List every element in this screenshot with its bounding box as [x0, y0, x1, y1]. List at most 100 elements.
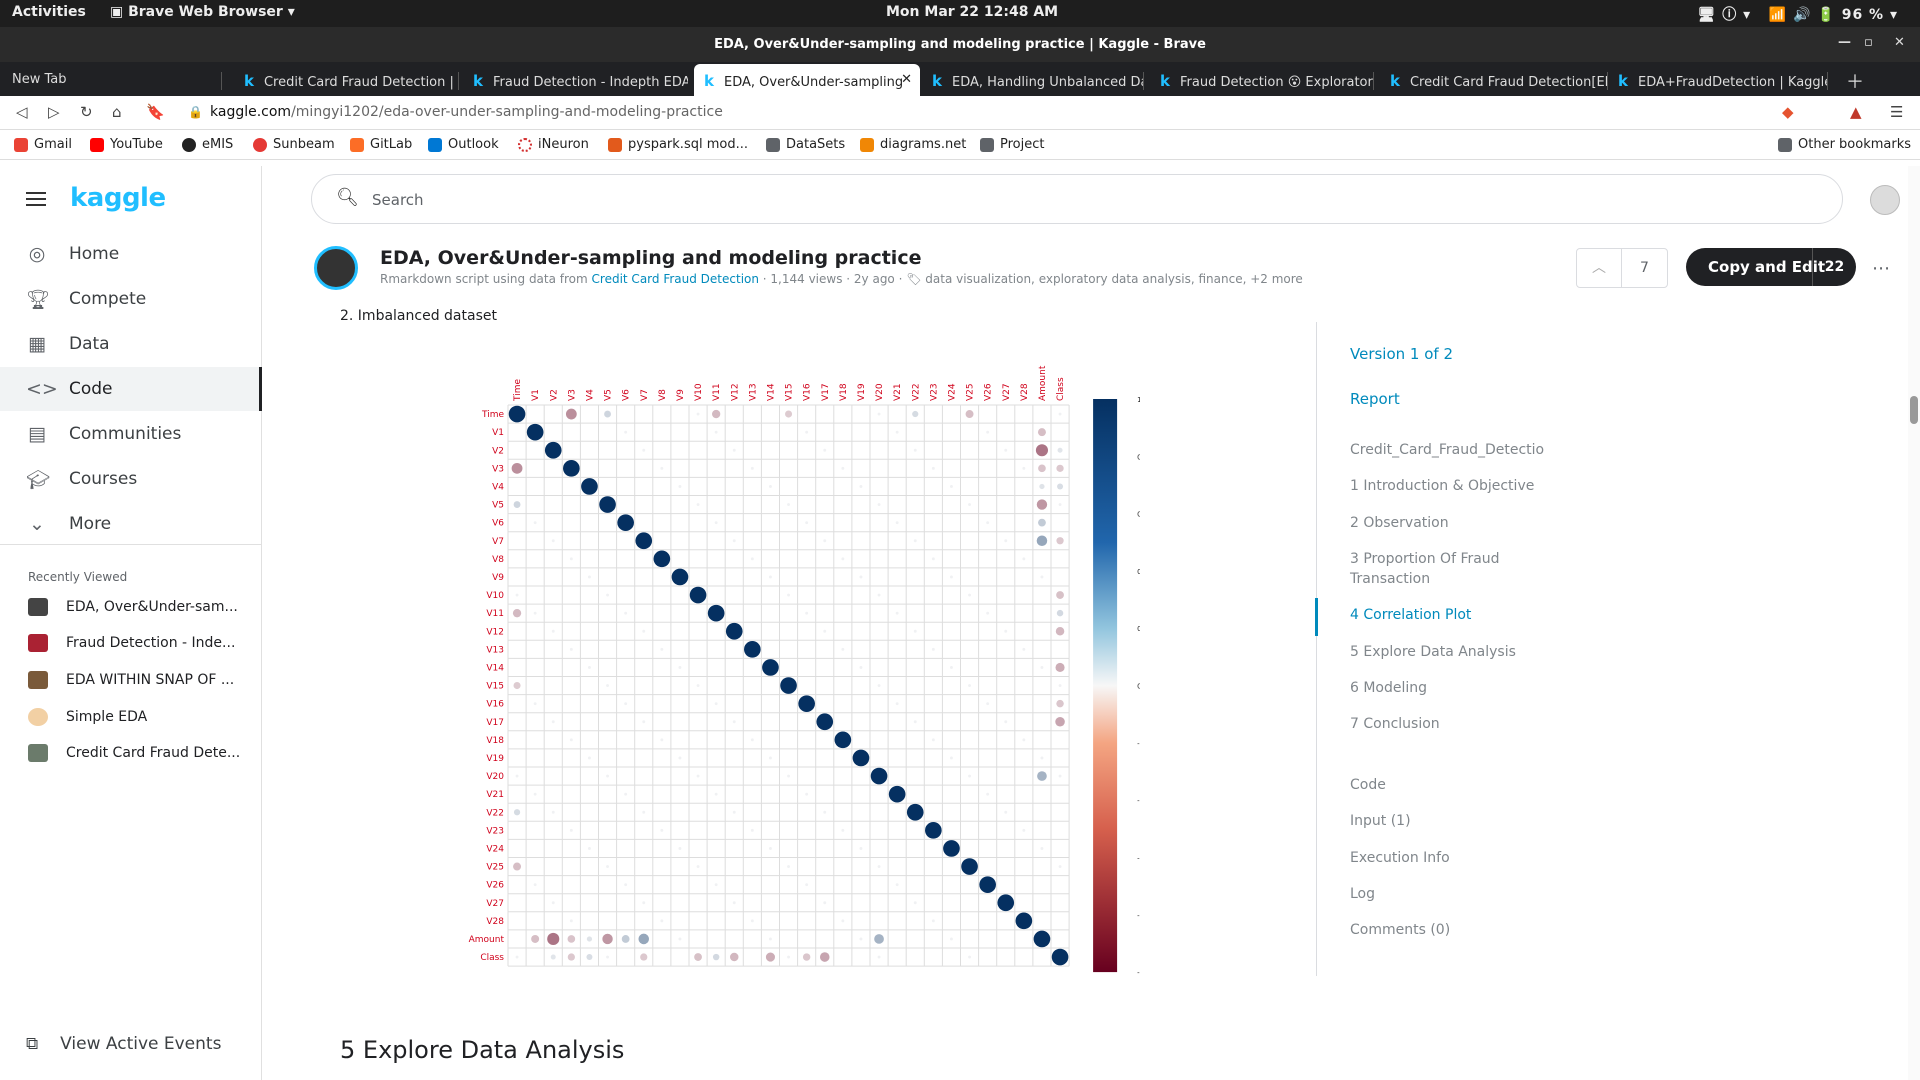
avatar[interactable]: [1870, 185, 1900, 215]
bookmark-youtube[interactable]: YouTube: [90, 137, 163, 152]
correlation-mark: [1058, 865, 1062, 868]
view-active-events[interactable]: ⧉ View Active Events: [26, 1034, 221, 1054]
correlation-mark: [931, 466, 935, 470]
recent-item[interactable]: Credit Card Fraud Dete...: [28, 744, 258, 762]
address-bar[interactable]: kaggle.com/mingyi1202/eda-over-under-sam…: [210, 104, 723, 120]
minimize-icon[interactable]: —: [1838, 35, 1851, 50]
correlation-mark: [642, 448, 646, 452]
log-link[interactable]: Log: [1350, 886, 1375, 902]
row-label: V18: [486, 736, 504, 746]
kaggle-logo[interactable]: kaggle: [70, 183, 166, 213]
hamburger-menu-icon[interactable]: [26, 192, 46, 206]
tab-eda-fraud[interactable]: k EDA+FraudDetection | Kaggle: [1618, 64, 1828, 96]
dataset-link[interactable]: Credit Card Fraud Detection: [592, 272, 759, 286]
tab-exploratory[interactable]: k Fraud Detection 😮 Exploratory: [1160, 64, 1374, 96]
bookmark-gmail[interactable]: Gmail: [14, 137, 72, 152]
kaggle-favicon-icon: k: [704, 72, 714, 90]
bookmark-diagrams[interactable]: diagrams.net: [860, 137, 966, 152]
code-link[interactable]: Code: [1350, 777, 1386, 793]
tab-active-eda[interactable]: k EDA, Over&Under-sampling ✕: [694, 64, 920, 96]
tab-close-icon[interactable]: ✕: [901, 72, 912, 87]
maximize-icon[interactable]: ▫: [1864, 35, 1873, 50]
bookmark-pyspark[interactable]: pyspark.sql mod...: [608, 137, 748, 152]
bookmark-project[interactable]: Project: [980, 137, 1044, 152]
app-menu[interactable]: ▣ Brave Web Browser ▾: [110, 4, 295, 20]
menu-icon[interactable]: ☰: [1890, 103, 1903, 121]
version-link[interactable]: Version 1 of 2: [1350, 345, 1453, 363]
execution-info-link[interactable]: Execution Info: [1350, 850, 1450, 866]
tab-credit-card-eda[interactable]: k Credit Card Fraud Detection[EDA: [1390, 64, 1608, 96]
toc-item[interactable]: Credit_Card_Fraud_Detectio: [1350, 442, 1544, 458]
toc-item[interactable]: 3 Proportion Of Fraud: [1350, 551, 1500, 567]
correlation-mark: [617, 514, 634, 531]
column-label: V21: [893, 383, 903, 401]
bookmark-datasets[interactable]: DataSets: [766, 137, 845, 152]
copy-and-edit-button[interactable]: Copy and Edit 22: [1686, 248, 1856, 286]
toc-item[interactable]: 5 Explore Data Analysis: [1350, 644, 1516, 660]
tab-handling-unbalanced[interactable]: k EDA, Handling Unbalanced Data: [932, 64, 1144, 96]
column-label: V20: [875, 383, 885, 401]
toc-item[interactable]: 1 Introduction & Objective: [1350, 478, 1534, 494]
recent-item[interactable]: EDA WITHIN SNAP OF ...: [28, 671, 258, 689]
row-label: V22: [486, 808, 504, 818]
sidebar-item-courses[interactable]: 🎓︎ Courses: [0, 457, 262, 501]
brave-shield-icon[interactable]: ◆: [1782, 103, 1794, 121]
bookmark-icon[interactable]: 🔖: [146, 103, 165, 121]
comments-link[interactable]: Comments (0): [1350, 922, 1450, 938]
more-options-icon[interactable]: ⋯: [1872, 258, 1890, 279]
toc-item[interactable]: 6 Modeling: [1350, 680, 1427, 696]
sidebar-item-communities[interactable]: ▤ Communities: [0, 412, 262, 456]
reload-icon[interactable]: ↻: [80, 103, 93, 121]
author-avatar[interactable]: [314, 246, 358, 290]
new-tab-button[interactable]: ＋: [1846, 64, 1876, 96]
correlation-mark: [968, 955, 971, 959]
toc-item[interactable]: 7 Conclusion: [1350, 716, 1440, 732]
recent-item-label: EDA, Over&Under-sam...: [66, 599, 238, 615]
close-icon[interactable]: ✕: [1894, 35, 1905, 50]
input-link[interactable]: Input (1): [1350, 813, 1411, 829]
scrollbar[interactable]: [1908, 166, 1920, 1080]
tab-credit-card[interactable]: k Credit Card Fraud Detection | Ka: [244, 64, 459, 96]
sidebar-item-home[interactable]: ◎ Home: [0, 232, 262, 276]
home-icon[interactable]: ⌂: [112, 103, 122, 121]
correlation-mark: [931, 647, 935, 651]
correlation-mark: [533, 792, 537, 796]
bookmark-ineuron[interactable]: iNeuron: [518, 137, 589, 152]
bookmark-outlook[interactable]: Outlook: [428, 137, 499, 152]
upvote-button[interactable]: ︿: [1577, 249, 1623, 287]
column-label: V26: [984, 383, 994, 401]
recent-item[interactable]: Simple EDA: [28, 708, 258, 726]
toc-item[interactable]: Transaction: [1350, 571, 1430, 587]
forward-icon[interactable]: ▷: [48, 103, 60, 121]
bookmark-sunbeam[interactable]: Sunbeam: [253, 137, 335, 152]
sidebar-item-code[interactable]: <> Code: [0, 367, 262, 411]
tab-fraud-detection[interactable]: k Fraud Detection - Indepth EDA a: [473, 64, 688, 96]
system-tray[interactable]: 🖥 ⓘ ▾ 📶 🔊 🔋 96 % ▾: [1698, 4, 1898, 24]
sidebar-item-data[interactable]: ▦ Data: [0, 322, 262, 366]
row-label: V11: [486, 609, 504, 619]
tab-new-tab[interactable]: New Tab: [12, 64, 222, 96]
recent-item[interactable]: EDA, Over&Under-sam...: [28, 598, 258, 616]
correlation-mark: [569, 557, 573, 561]
lock-icon[interactable]: 🔒: [188, 105, 203, 119]
search-input[interactable]: 🔍︎ Search: [311, 174, 1843, 224]
bookmark-gitlab[interactable]: GitLab: [350, 137, 412, 152]
clock[interactable]: Mon Mar 22 12:48 AM: [886, 4, 1058, 20]
row-label: V17: [486, 718, 504, 728]
toc-item[interactable]: 2 Observation: [1350, 515, 1449, 531]
correlation-mark: [877, 503, 881, 506]
bookmark-emis[interactable]: eMIS: [182, 137, 233, 152]
row-label: Time: [481, 410, 504, 420]
sidebar-item-more[interactable]: ⌄ More: [0, 502, 262, 546]
brave-rewards-icon[interactable]: ▲: [1850, 103, 1862, 121]
back-icon[interactable]: ◁: [16, 103, 28, 121]
report-link[interactable]: Report: [1350, 390, 1400, 408]
scrollbar-thumb[interactable]: [1910, 396, 1918, 424]
activities-button[interactable]: Activities: [12, 4, 86, 20]
correlation-mark: [1004, 810, 1008, 814]
sidebar-item-compete[interactable]: 🏆︎ Compete: [0, 277, 262, 321]
bookmark-other[interactable]: Other bookmarks: [1778, 137, 1911, 152]
correlation-mark: [1004, 629, 1008, 633]
recent-item[interactable]: Fraud Detection - Inde...: [28, 634, 258, 652]
toc-item-active[interactable]: 4 Correlation Plot: [1350, 607, 1471, 623]
